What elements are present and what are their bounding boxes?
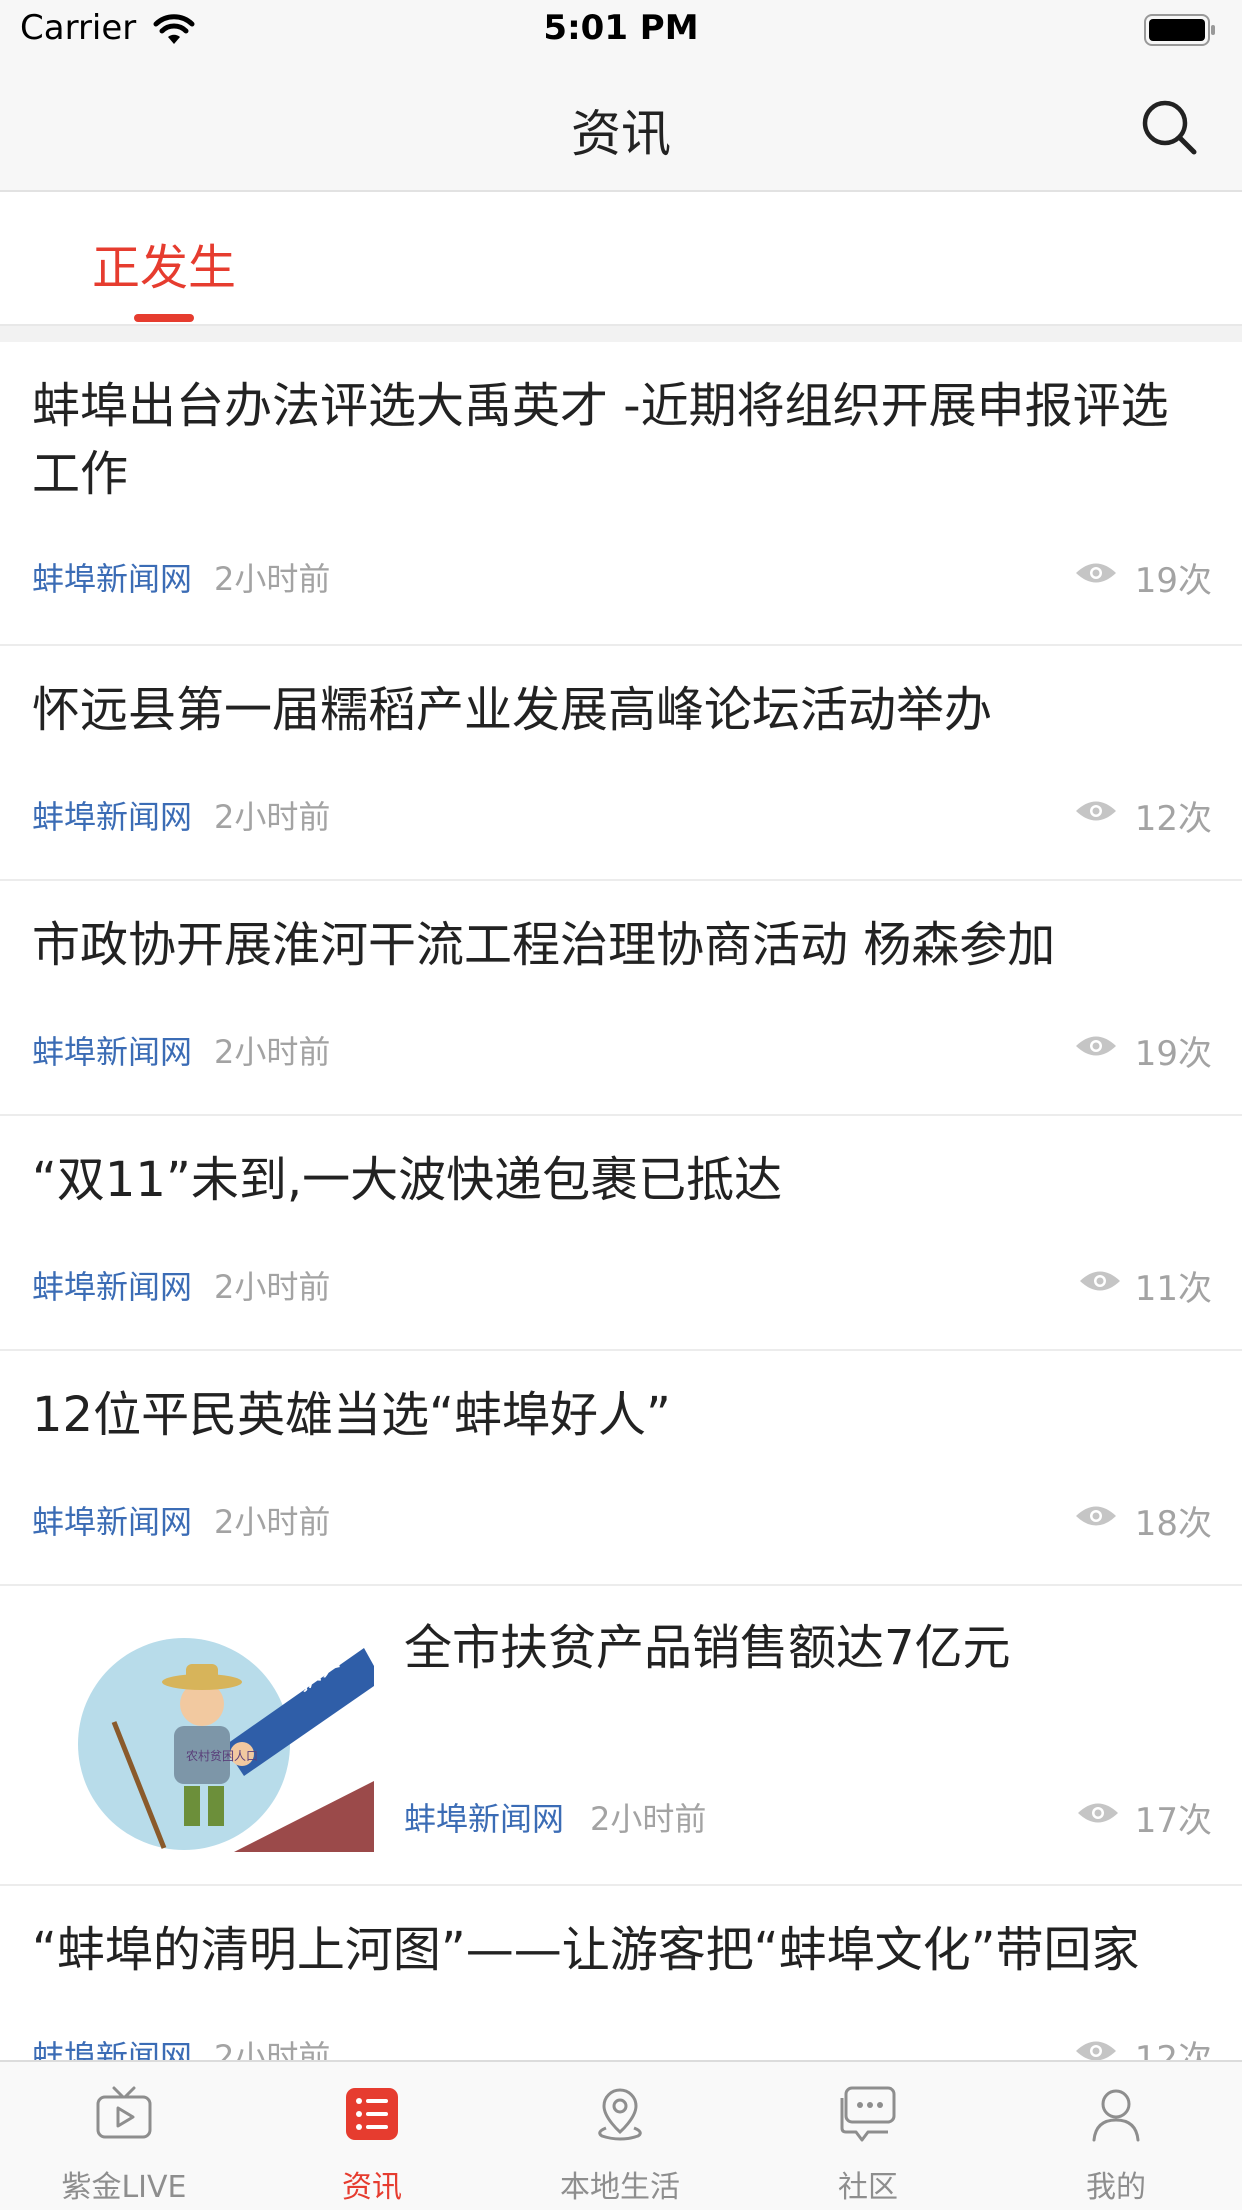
tab-label: 本地生活 — [560, 2170, 680, 2205]
article-title: 市政协开展淮河干流工程治理协商活动 杨森参加 — [32, 917, 1056, 973]
eye-icon — [1076, 563, 1116, 583]
article-thumbnail: 扶贫 农村贫困人口 — [74, 1626, 374, 1852]
article-list: 蚌埠出台办法评选大禹英才 -近期将组织开展申报评选工作 蚌埠新闻网 2小时前 1… — [0, 342, 1242, 2121]
article-source: 蚌埠新闻网 — [32, 798, 193, 836]
page-title: 资讯 — [571, 105, 671, 163]
article-time: 2小时前 — [590, 1800, 707, 1838]
article-title: 全市扶贫产品销售额达7亿元 — [404, 1620, 1011, 1676]
eye-icon — [1076, 801, 1116, 821]
eye-icon — [1078, 1803, 1118, 1823]
list-item[interactable]: 扶贫 农村贫困人口 全市扶贫产品销售额达7亿元 蚌埠新闻网 2小时前 17次 — [0, 1586, 1242, 1886]
article-time: 2小时前 — [214, 1268, 331, 1306]
article-views: 19次 — [1134, 561, 1212, 601]
nav-bar: 资讯 — [0, 62, 1242, 192]
tab-label: 社区 — [838, 2170, 898, 2205]
eye-icon — [1080, 1271, 1120, 1291]
article-source: 蚌埠新闻网 — [32, 1503, 193, 1541]
article-views: 11次 — [1134, 1269, 1212, 1309]
tab-label: 资讯 — [342, 2170, 402, 2205]
article-views: 12次 — [1134, 799, 1212, 839]
article-time: 2小时前 — [214, 560, 331, 598]
article-title: 12位平民英雄当选“蚌埠好人” — [32, 1387, 671, 1443]
tab-zhengfasheng[interactable]: 正发生 — [92, 228, 236, 298]
eye-icon — [1076, 1036, 1116, 1056]
location-pin-icon — [598, 2088, 642, 2141]
article-source: 蚌埠新闻网 — [32, 1268, 193, 1306]
divider — [0, 324, 1242, 344]
article-title: “蚌埠的清明上河图”——让游客把“蚌埠文化”带回家 — [32, 1922, 1140, 1978]
article-source: 蚌埠新闻网 — [404, 1800, 565, 1838]
list-item[interactable]: “双11”未到,一大波快递包裹已抵达 蚌埠新闻网 2小时前 11次 — [0, 1116, 1242, 1351]
article-title: “双11”未到,一大波快递包裹已抵达 — [32, 1152, 783, 1208]
poverty-cartoon-image: 扶贫 农村贫困人口 — [74, 1626, 374, 1852]
news-list-icon — [346, 2088, 398, 2140]
article-time: 2小时前 — [214, 1503, 331, 1541]
chat-bubble-icon — [840, 2086, 896, 2142]
article-views: 19次 — [1134, 1034, 1212, 1074]
tab-active-indicator — [134, 314, 194, 322]
eye-icon — [1076, 1506, 1116, 1526]
tab-label: 紫金LIVE — [61, 2170, 187, 2205]
battery-icon — [1144, 14, 1215, 46]
tab-community[interactable]: 社区 — [744, 2062, 992, 2210]
list-item[interactable]: 怀远县第一届糯稻产业发展高峰论坛活动举办 蚌埠新闻网 2小时前 12次 — [0, 646, 1242, 881]
status-bar: Carrier 5:01 PM — [0, 0, 1242, 62]
tv-play-icon — [96, 2086, 152, 2139]
bottom-tab-bar: 紫金LIVE 资讯 本地生活 社区 我的 — [0, 2060, 1242, 2210]
tab-local-life[interactable]: 本地生活 — [496, 2062, 744, 2210]
tab-zijin-live[interactable]: 紫金LIVE — [0, 2062, 248, 2210]
list-item[interactable]: 蚌埠出台办法评选大禹英才 -近期将组织开展申报评选工作 蚌埠新闻网 2小时前 1… — [0, 342, 1242, 646]
article-title: 怀远县第一届糯稻产业发展高峰论坛活动举办 — [32, 682, 993, 738]
list-item[interactable]: 市政协开展淮河干流工程治理协商活动 杨森参加 蚌埠新闻网 2小时前 19次 — [0, 881, 1242, 1116]
article-time: 2小时前 — [214, 1033, 331, 1071]
tab-mine[interactable]: 我的 — [992, 2062, 1240, 2210]
tab-news[interactable]: 资讯 — [248, 2062, 496, 2210]
clock: 5:01 PM — [543, 8, 699, 48]
search-icon[interactable] — [1140, 98, 1198, 156]
article-source: 蚌埠新闻网 — [32, 1033, 193, 1071]
tab-label: 我的 — [1086, 2170, 1146, 2205]
article-title: 蚌埠出台办法评选大禹英才 -近期将组织开展申报评选工作 — [32, 378, 1169, 502]
list-item[interactable]: 12位平民英雄当选“蚌埠好人” 蚌埠新闻网 2小时前 18次 — [0, 1351, 1242, 1586]
article-views: 17次 — [1134, 1801, 1212, 1841]
category-tabs: 正发生 — [0, 192, 1242, 324]
person-icon — [1092, 2089, 1140, 2142]
article-source: 蚌埠新闻网 — [32, 560, 193, 598]
article-views: 18次 — [1134, 1504, 1212, 1544]
article-time: 2小时前 — [214, 798, 331, 836]
thumb-badge: 农村贫困人口 — [186, 1748, 258, 1763]
